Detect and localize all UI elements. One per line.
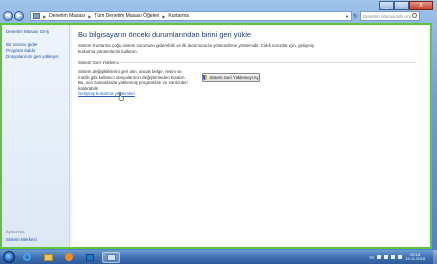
media-player-icon xyxy=(65,253,73,261)
back-button[interactable]: ◀ xyxy=(3,11,13,21)
address-history-dropdown-icon[interactable]: ▼ xyxy=(345,14,351,19)
control-panel-icon xyxy=(33,13,40,19)
sidebar-item-restore-files[interactable]: Dosyalarınızı geri yükleyin xyxy=(6,54,59,59)
open-system-restore-label: Sistem Geri Yüklemeyi Aç xyxy=(209,75,259,80)
show-desktop-button[interactable] xyxy=(433,250,437,264)
system-tray: TR 09:18 19.11.2018 xyxy=(369,252,431,262)
app-icon xyxy=(86,253,94,261)
navigation-bar: ◀ ▶ ▶ Denetim Masası ▶ Tüm Denetim Masas… xyxy=(0,9,437,23)
sidebar-item-action-center[interactable]: Sistem Merkezi xyxy=(6,237,37,242)
breadcrumb-control-panel[interactable]: Denetim Masası xyxy=(47,13,87,19)
search-icon[interactable] xyxy=(412,13,417,18)
taskbar-media-player[interactable] xyxy=(60,252,78,263)
sidebar: Denetim Masası Giriş Bir sorunu gider Pr… xyxy=(2,25,70,247)
search-placeholder: Denetim Masasında Ara xyxy=(363,13,412,19)
start-button[interactable] xyxy=(3,251,15,263)
sidebar-item-home[interactable]: Denetim Masası Giriş xyxy=(6,29,49,34)
tray-arrow-icon[interactable] xyxy=(377,255,382,259)
open-system-restore-button[interactable]: Sistem Geri Yüklemeyi Aç xyxy=(202,73,260,82)
sidebar-see-also-label: Ayrıca bkz. xyxy=(6,229,26,234)
clock[interactable]: 09:18 19.11.2018 xyxy=(405,252,425,262)
explorer-window: _ □ X ◀ ▶ ▶ Denetim Masası ▶ Tüm Denetim… xyxy=(0,0,437,250)
taskbar-app[interactable] xyxy=(81,252,99,263)
section-divider xyxy=(116,62,416,63)
uac-shield-icon xyxy=(203,75,208,80)
forward-button[interactable]: ▶ xyxy=(14,11,24,21)
sidebar-item-uninstall-program[interactable]: Program kaldır xyxy=(6,48,36,53)
taskbar-control-panel-window[interactable] xyxy=(102,251,120,263)
taskbar-internet-explorer[interactable] xyxy=(18,252,36,263)
intro-text: Sistem Kurtarma çoğu sistem sorununu gid… xyxy=(78,43,314,54)
advanced-recovery-link[interactable]: Gelişmiş kurtarma yöntemleri xyxy=(78,91,135,96)
internet-explorer-icon xyxy=(23,253,31,261)
breadcrumb-recovery[interactable]: Kurtarma xyxy=(166,13,191,19)
flag-icon[interactable] xyxy=(384,255,389,259)
address-bar[interactable]: ▶ Denetim Masası ▶ Tüm Denetim Masası Öğ… xyxy=(30,11,352,21)
clock-date: 19.11.2018 xyxy=(405,256,425,261)
folder-icon xyxy=(43,253,53,261)
taskbar: TR 09:18 19.11.2018 xyxy=(0,250,437,264)
section-description: Sistem değişikliklerini geri alın, ancak… xyxy=(78,69,188,91)
language-indicator[interactable]: TR xyxy=(369,255,374,260)
network-icon[interactable] xyxy=(391,255,396,259)
refresh-icon[interactable]: ↻ xyxy=(352,11,359,21)
volume-icon[interactable] xyxy=(398,255,403,259)
breadcrumb-all-items[interactable]: Tüm Denetim Masası Öğeleri xyxy=(92,13,161,19)
main-panel: Bu bilgisayarın önceki durumlarından bir… xyxy=(72,25,430,247)
hand-cursor-icon xyxy=(118,92,124,101)
taskbar-file-explorer[interactable] xyxy=(39,252,57,263)
control-panel-window-icon xyxy=(106,253,116,261)
search-input[interactable]: Denetim Masasında Ara xyxy=(360,11,420,21)
page-title: Bu bilgisayarın önceki durumlarından bir… xyxy=(78,30,251,39)
sidebar-item-troubleshoot[interactable]: Bir sorunu gider xyxy=(6,42,38,47)
content-area: Denetim Masası Giriş Bir sorunu gider Pr… xyxy=(0,23,432,249)
